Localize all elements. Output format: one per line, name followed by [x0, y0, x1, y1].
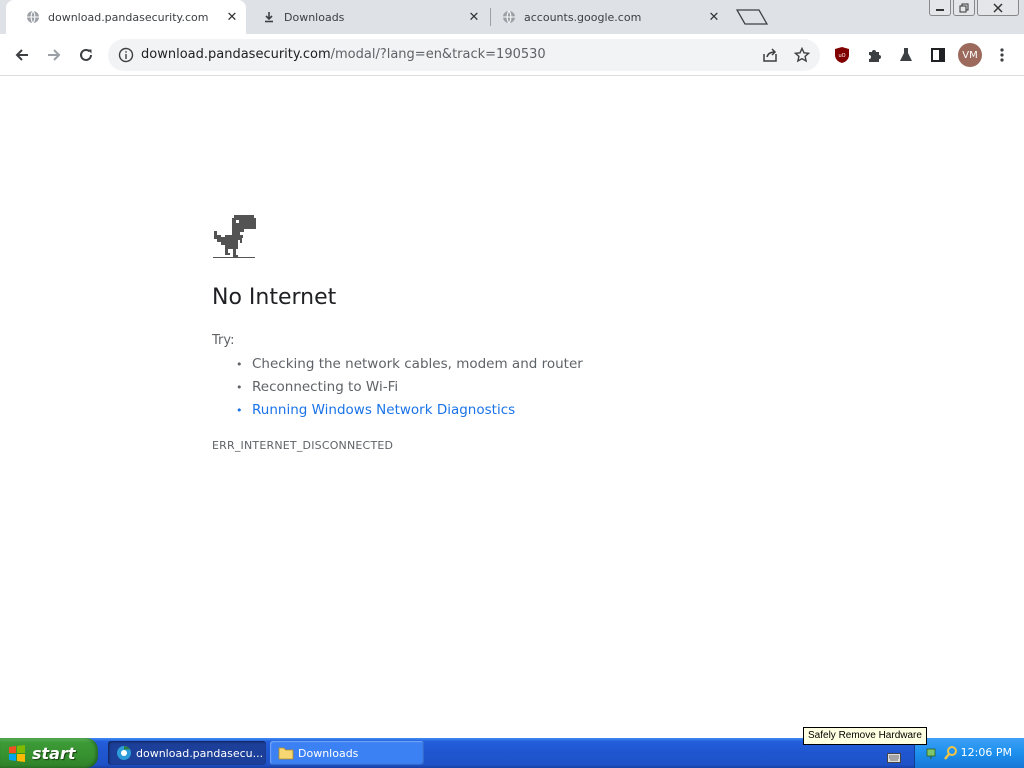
- url-host: download.pandasecurity.com: [141, 47, 331, 62]
- url-path: /modal/?lang=en&track=190530: [330, 47, 546, 62]
- globe-icon: [502, 10, 516, 24]
- side-panel-icon: [931, 48, 945, 62]
- extensions-button[interactable]: [860, 41, 888, 69]
- dinosaur-icon[interactable]: [212, 215, 256, 263]
- reload-button[interactable]: [72, 41, 100, 69]
- network-icon[interactable]: [925, 745, 941, 765]
- start-button[interactable]: start: [0, 738, 98, 768]
- info-icon[interactable]: [118, 47, 134, 63]
- arrow-left-icon: [15, 49, 28, 61]
- suggestion-check-cables: Checking the network cables, modem and r…: [236, 355, 583, 378]
- chrome-icon: [116, 745, 132, 761]
- taskbar-item-label: download.pandasecu...: [136, 746, 264, 760]
- restore-window-button[interactable]: [953, 0, 975, 16]
- tab-title: Downloads: [284, 10, 345, 24]
- ublock-extension-button[interactable]: uO: [828, 41, 856, 69]
- url-text[interactable]: download.pandasecurity.com/modal/?lang=e…: [141, 47, 546, 62]
- error-page: No Internet Try: Checking the network ca…: [0, 77, 1024, 738]
- address-bar[interactable]: download.pandasecurity.com/modal/?lang=e…: [108, 39, 820, 71]
- tab-separator: [490, 8, 491, 26]
- start-label: start: [32, 743, 76, 763]
- puzzle-icon: [869, 50, 881, 62]
- tab-downloads[interactable]: Downloads ✕: [252, 0, 488, 34]
- folder-icon: [278, 745, 294, 761]
- side-panel-button[interactable]: [924, 41, 952, 69]
- search-icon[interactable]: [943, 745, 959, 765]
- bookmark-star-icon[interactable]: [792, 45, 812, 65]
- suggestion-list: Checking the network cables, modem and r…: [236, 355, 583, 424]
- menu-button[interactable]: [988, 41, 1016, 69]
- forward-button[interactable]: [40, 41, 68, 69]
- system-tray: 12:06 PM: [914, 738, 1024, 768]
- reload-icon: [80, 48, 92, 61]
- network-diagnostics-link[interactable]: Running Windows Network Diagnostics: [236, 401, 583, 424]
- windows-logo-icon: [9, 745, 25, 762]
- try-label: Try:: [212, 333, 235, 348]
- new-tab-button[interactable]: [735, 8, 769, 26]
- clock: 12:06 PM: [960, 746, 1012, 759]
- error-heading: No Internet: [212, 285, 337, 310]
- taskbar-item-chrome[interactable]: download.pandasecu...: [108, 741, 266, 765]
- tray-tooltip: Safely Remove Hardware: [803, 727, 927, 745]
- arrow-right-icon: [48, 49, 61, 61]
- back-button[interactable]: [8, 41, 36, 69]
- error-code: ERR_INTERNET_DISCONNECTED: [212, 439, 394, 452]
- svg-text:uO: uO: [838, 53, 845, 59]
- keyboard-icon[interactable]: [887, 748, 901, 763]
- tab-strip: download.pandasecurity.com ✕ Downloads ✕…: [0, 0, 1024, 34]
- close-window-button[interactable]: [977, 0, 1019, 16]
- flask-icon: [900, 48, 912, 61]
- download-icon: [262, 10, 276, 24]
- minimize-window-button[interactable]: [929, 0, 951, 16]
- close-tab-icon[interactable]: ✕: [706, 9, 722, 25]
- close-tab-icon[interactable]: ✕: [466, 9, 482, 25]
- share-icon[interactable]: [760, 45, 780, 65]
- taskbar-item-label: Downloads: [298, 746, 359, 760]
- tab-google-accounts[interactable]: accounts.google.com ✕: [492, 0, 728, 34]
- suggestion-reconnect-wifi: Reconnecting to Wi-Fi: [236, 378, 583, 401]
- close-tab-icon[interactable]: ✕: [224, 9, 240, 25]
- labs-button[interactable]: [892, 41, 920, 69]
- taskbar-item-downloads[interactable]: Downloads: [270, 741, 424, 765]
- profile-avatar[interactable]: VM: [958, 43, 982, 67]
- tab-pandasecurity[interactable]: download.pandasecurity.com ✕: [6, 0, 246, 34]
- tab-title: accounts.google.com: [524, 10, 642, 24]
- tab-title: download.pandasecurity.com: [48, 10, 209, 24]
- globe-icon: [26, 10, 40, 24]
- kebab-menu-icon: [1000, 48, 1004, 62]
- ublock-icon: uO: [835, 47, 849, 63]
- browser-toolbar: download.pandasecurity.com/modal/?lang=e…: [0, 34, 1024, 76]
